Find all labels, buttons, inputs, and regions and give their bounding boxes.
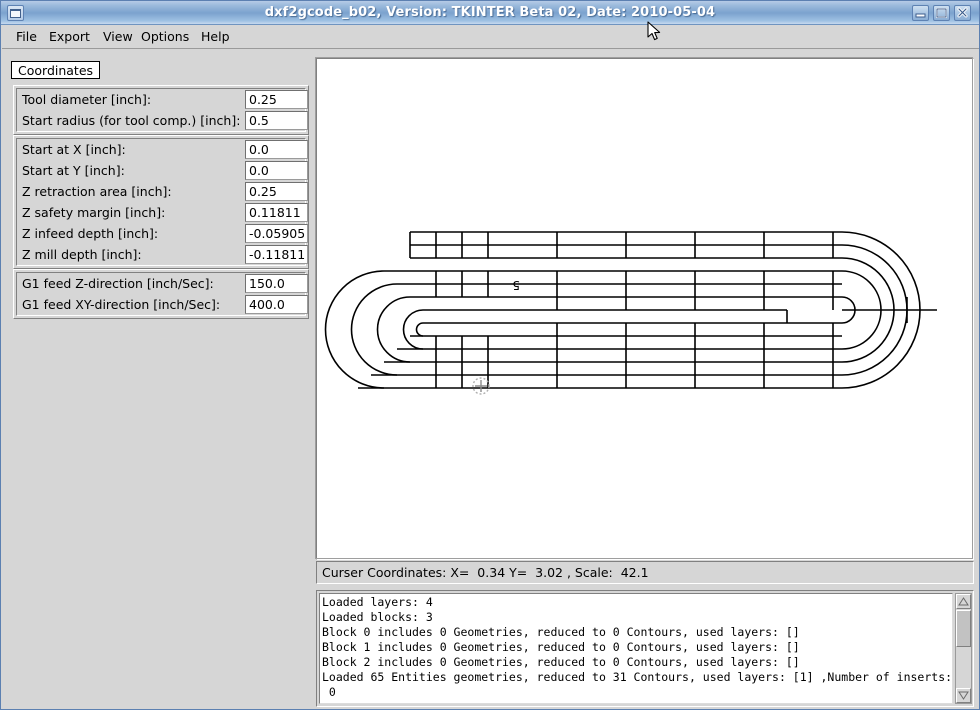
start-at-y-input[interactable]: 0.0: [245, 161, 308, 180]
start-at-y-label: Start at Y [inch]:: [22, 160, 125, 181]
log-panel: Loaded layers: 4 Loaded blocks: 3 Block …: [316, 590, 974, 707]
g1-feed-xy-label: G1 feed XY-direction [inch/Sec]:: [22, 294, 220, 315]
cursor-coordinates-text: Curser Coordinates: X= 0.34 Y= 3.02 , Sc…: [322, 564, 649, 582]
z-safety-margin-input[interactable]: 0.11811: [245, 203, 308, 222]
application-window: dxf2gcode_b02, Version: TKINTER Beta 02,…: [0, 0, 980, 710]
toolpath-drawing: 5: [317, 59, 973, 559]
g1-feed-z-label: G1 feed Z-direction [inch/Sec]:: [22, 273, 214, 294]
z-mill-depth-input[interactable]: -0.11811: [245, 245, 308, 264]
title-bar[interactable]: dxf2gcode_b02, Version: TKINTER Beta 02,…: [1, 1, 979, 25]
g1-feed-z-input[interactable]: 150.0: [245, 274, 308, 293]
drawing-canvas[interactable]: 5: [316, 58, 974, 560]
scroll-down-icon[interactable]: [956, 688, 971, 703]
drawing-annotation-5: 5: [512, 278, 520, 292]
close-button[interactable]: [954, 5, 971, 21]
z-mill-depth-label: Z mill depth [inch]:: [22, 244, 142, 265]
start-radius-label: Start radius (for tool comp.) [inch]:: [22, 110, 240, 131]
minimize-icon: [913, 6, 928, 20]
tool-diameter-label: Tool diameter [inch]:: [22, 89, 151, 110]
z-infeed-depth-label: Z infeed depth [inch]:: [22, 223, 158, 244]
menu-view[interactable]: View: [98, 28, 138, 46]
field-row: Start at Y [inch]: 0.0: [17, 160, 305, 181]
menu-export[interactable]: Export: [44, 28, 95, 46]
g1-feed-xy-input[interactable]: 400.0: [245, 295, 308, 314]
field-row: G1 feed Z-direction [inch/Sec]: 150.0: [17, 273, 305, 294]
field-row: Z mill depth [inch]: -0.11811: [17, 244, 305, 265]
group-feed-inner: G1 feed Z-direction [inch/Sec]: 150.0 G1…: [16, 272, 306, 316]
scrollbar-thumb[interactable]: [956, 610, 971, 647]
window-title: dxf2gcode_b02, Version: TKINTER Beta 02,…: [1, 1, 979, 24]
cursor-coordinates-bar: Curser Coordinates: X= 0.34 Y= 3.02 , Sc…: [316, 561, 974, 584]
field-row: Start at X [inch]: 0.0: [17, 139, 305, 160]
z-retraction-area-input[interactable]: 0.25: [245, 182, 308, 201]
group-coordinates-inner: Start at X [inch]: 0.0 Start at Y [inch]…: [16, 138, 306, 266]
menu-help[interactable]: Help: [196, 28, 235, 46]
parameter-panel: Coordinates Tool diameter [inch]: 0.25 S…: [2, 50, 313, 709]
field-row: Tool diameter [inch]: 0.25: [17, 89, 305, 110]
group-tool-inner: Tool diameter [inch]: 0.25 Start radius …: [16, 88, 306, 132]
start-at-x-label: Start at X [inch]:: [22, 139, 126, 160]
z-safety-margin-label: Z safety margin [inch]:: [22, 202, 165, 223]
group-feed: G1 feed Z-direction [inch/Sec]: 150.0 G1…: [13, 269, 309, 319]
maximize-button[interactable]: [933, 5, 950, 21]
menu-bar: File Export View Options Help: [2, 25, 979, 49]
field-row: Z retraction area [inch]: 0.25: [17, 181, 305, 202]
menu-options[interactable]: Options: [136, 28, 194, 46]
z-infeed-depth-input[interactable]: -0.05905: [245, 224, 308, 243]
field-row: Start radius (for tool comp.) [inch]: 0.…: [17, 110, 305, 131]
tab-coordinates[interactable]: Coordinates: [11, 61, 100, 79]
scroll-up-icon[interactable]: [956, 594, 971, 609]
menu-file[interactable]: File: [11, 28, 42, 46]
chevron-down-icon: [957, 689, 970, 702]
log-scrollbar[interactable]: [955, 593, 972, 704]
minimize-button[interactable]: [912, 5, 929, 21]
start-at-x-input[interactable]: 0.0: [245, 140, 308, 159]
group-tool: Tool diameter [inch]: 0.25 Start radius …: [13, 85, 309, 135]
z-retraction-area-label: Z retraction area [inch]:: [22, 181, 172, 202]
chevron-up-icon: [957, 595, 970, 608]
group-coordinates: Start at X [inch]: 0.0 Start at Y [inch]…: [13, 135, 309, 269]
field-row: G1 feed XY-direction [inch/Sec]: 400.0: [17, 294, 305, 315]
tool-diameter-input[interactable]: 0.25: [245, 90, 308, 109]
close-icon: [955, 6, 970, 20]
start-radius-input[interactable]: 0.5: [245, 111, 308, 130]
start-point-marker: [473, 378, 489, 394]
maximize-icon: [934, 6, 949, 20]
field-row: Z infeed depth [inch]: -0.05905: [17, 223, 305, 244]
field-row: Z safety margin [inch]: 0.11811: [17, 202, 305, 223]
log-output[interactable]: Loaded layers: 4 Loaded blocks: 3 Block …: [319, 593, 953, 704]
